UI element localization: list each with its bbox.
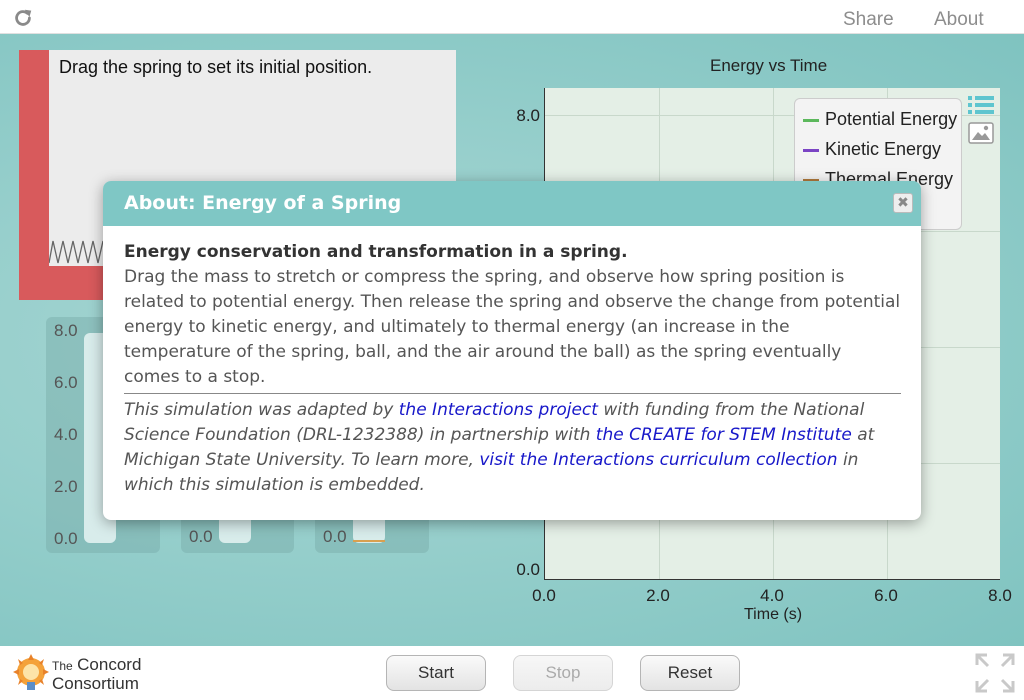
y-tick-label: 0.0 xyxy=(516,560,540,579)
legend-item-kinetic: Kinetic Energy xyxy=(803,139,941,160)
logo-text-consortium: Consortium xyxy=(52,674,139,693)
curriculum-collection-link[interactable]: visit the Interactions curriculum collec… xyxy=(479,450,837,470)
dialog-description: Drag the mass to stretch or compress the… xyxy=(124,267,901,387)
close-icon[interactable]: ✖ xyxy=(893,193,913,213)
y-tick-label: 8.0 xyxy=(516,106,540,125)
bar-zero-label: 0.0 xyxy=(189,527,213,546)
fullscreen-icon[interactable] xyxy=(975,653,1015,693)
image-snapshot-icon[interactable] xyxy=(968,122,994,144)
simulation-instruction: Drag the spring to set its initial posit… xyxy=(59,57,373,77)
about-link[interactable]: About xyxy=(934,9,984,31)
share-link[interactable]: Share xyxy=(843,9,894,31)
dialog-title: About: Energy of a Spring xyxy=(103,181,921,226)
x-tick-label: 6.0 xyxy=(874,586,898,605)
x-axis-label: Time (s) xyxy=(744,606,803,623)
create-for-stem-link[interactable]: the CREATE for STEM Institute xyxy=(596,425,852,445)
bar-tick-label: 2.0 xyxy=(54,477,78,496)
graph-title: Energy vs Time xyxy=(710,56,828,75)
bar-tick-label: 8.0 xyxy=(54,321,78,340)
bar-tick-label: 6.0 xyxy=(54,373,78,392)
legend-label: Potential Energy xyxy=(825,109,958,129)
stop-button[interactable]: Stop xyxy=(513,655,613,691)
about-dialog: About: Energy of a Spring ✖ Energy conse… xyxy=(103,181,921,520)
reset-button[interactable]: Reset xyxy=(640,655,740,691)
reload-icon[interactable] xyxy=(12,7,34,29)
x-tick-label: 0.0 xyxy=(532,586,556,605)
legend-swatch xyxy=(803,118,819,122)
bar-tick-label: 4.0 xyxy=(54,425,78,444)
dialog-credits: This simulation was adapted by the Inter… xyxy=(124,398,901,498)
logo-text: The Concord Consortium xyxy=(52,656,141,693)
interactions-project-link[interactable]: the Interactions project xyxy=(399,400,598,420)
x-tick-label: 4.0 xyxy=(760,586,784,605)
bar-tick-label: 0.0 xyxy=(54,529,78,548)
legend-toggle-icon[interactable] xyxy=(968,94,994,116)
start-button[interactable]: Start xyxy=(386,655,486,691)
thermal-energy-level xyxy=(353,540,385,542)
logo-text-the: The xyxy=(52,659,73,673)
x-tick-label: 2.0 xyxy=(646,586,670,605)
legend-label: Kinetic Energy xyxy=(825,139,942,159)
divider xyxy=(124,393,901,394)
concord-logo-icon xyxy=(13,654,49,690)
bottom-bar: The Concord Consortium Start Stop Reset xyxy=(0,646,1024,700)
logo-text-concord: Concord xyxy=(77,655,142,674)
legend-item-potential: Potential Energy xyxy=(803,109,957,130)
bar-zero-label: 0.0 xyxy=(323,527,347,546)
dialog-subtitle: Energy conservation and transformation i… xyxy=(124,242,628,262)
credits-text: This simulation was adapted by xyxy=(124,400,399,420)
legend-swatch xyxy=(803,148,819,152)
wall xyxy=(19,50,49,300)
top-bar: Share About xyxy=(0,0,1024,34)
x-tick-label: 8.0 xyxy=(988,586,1012,605)
